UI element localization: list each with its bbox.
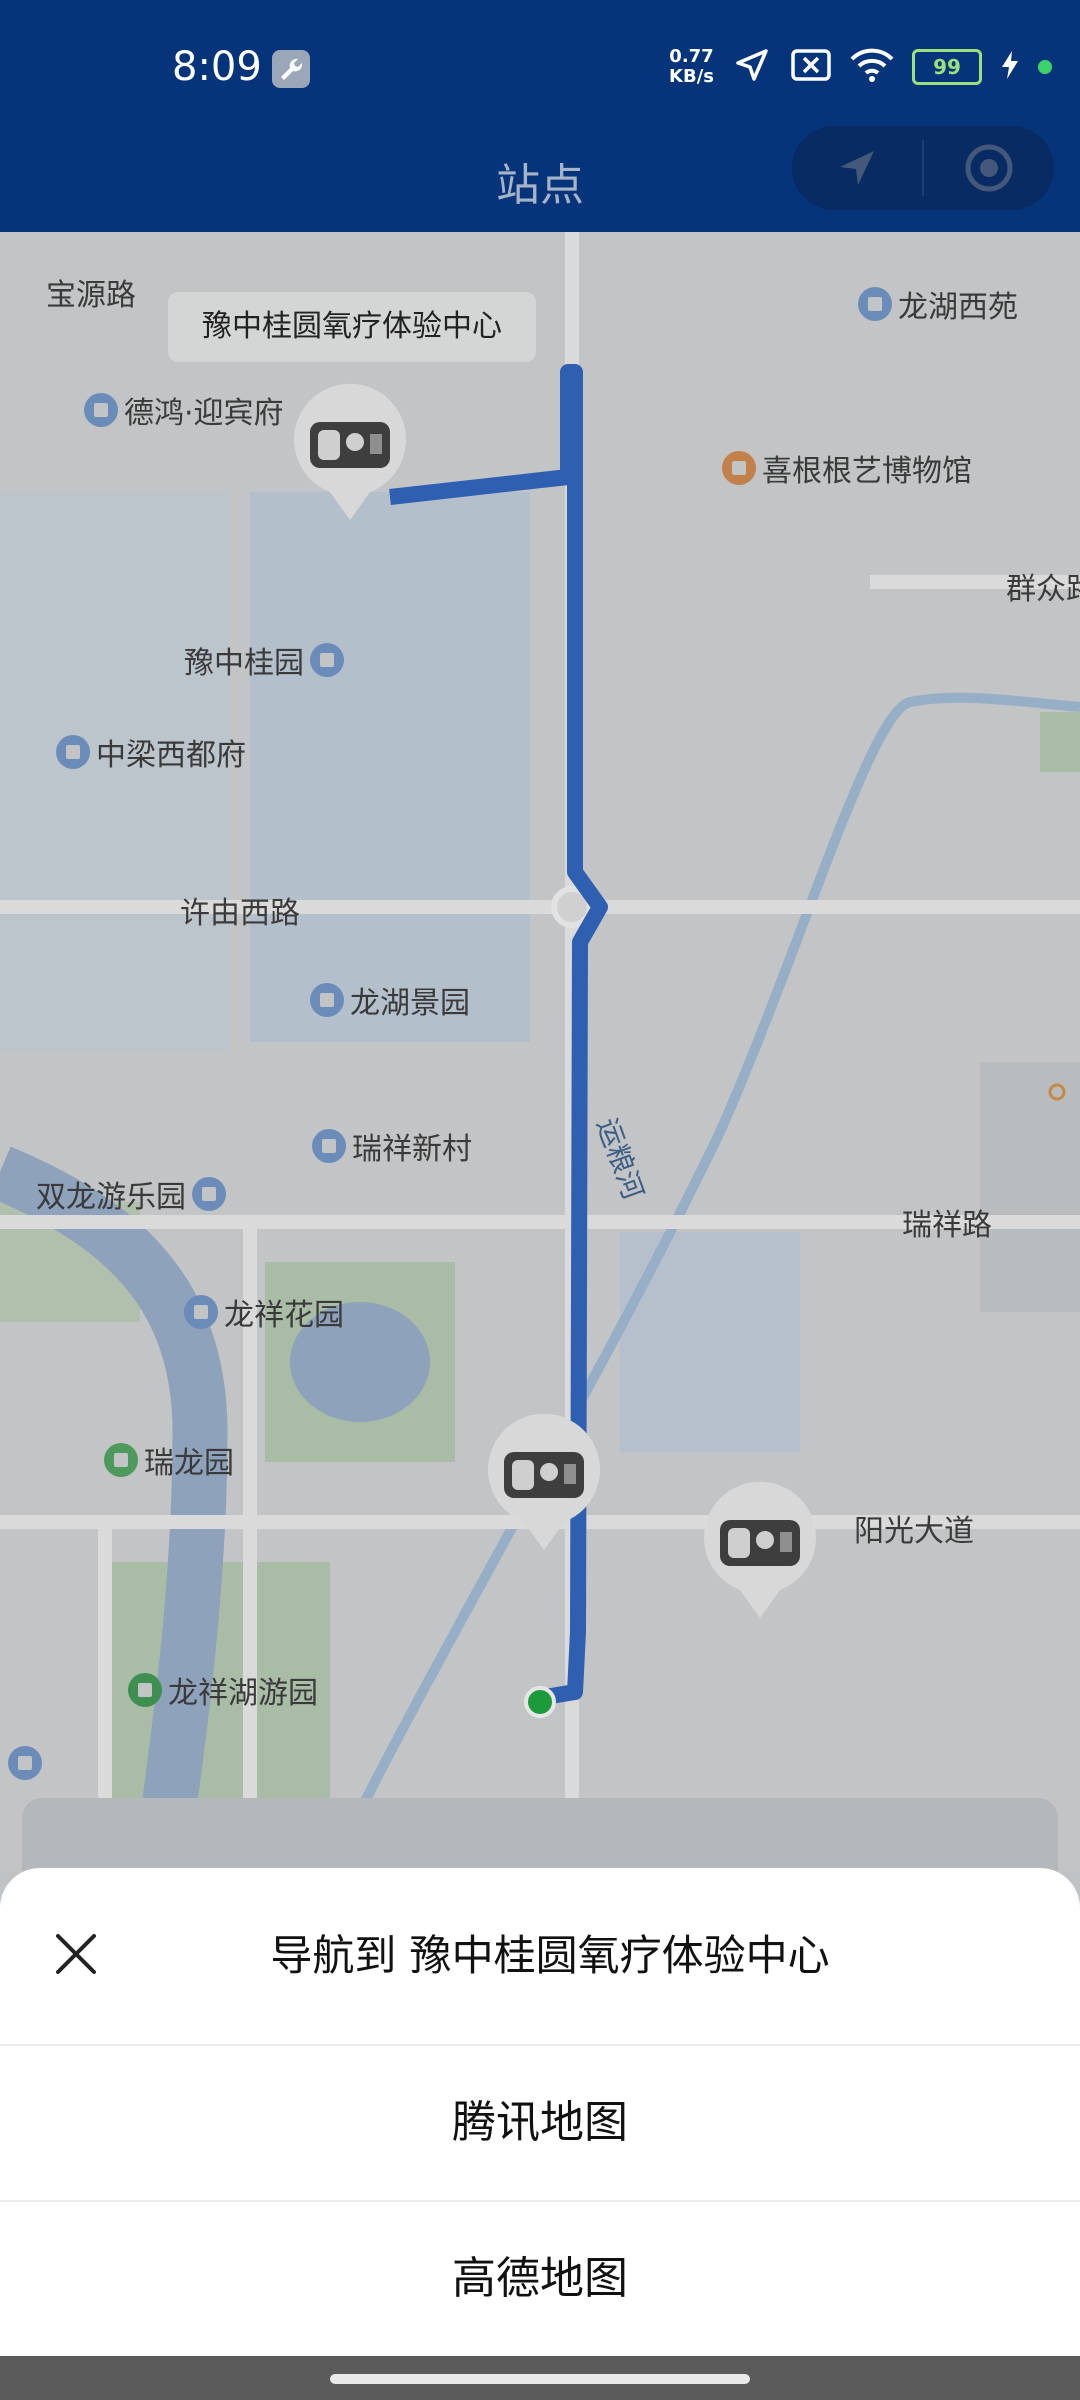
park-icon [104, 1443, 138, 1477]
status-time: 8:09 [172, 44, 262, 90]
location-arrow-icon [732, 45, 772, 89]
poi-label[interactable]: 喜根根艺博物馆 [722, 446, 972, 490]
road-label: 群众路 [1006, 572, 1080, 607]
residence-icon [310, 983, 344, 1017]
tree-icon [128, 1673, 162, 1707]
museum-icon [722, 451, 756, 485]
residence-icon [858, 287, 892, 321]
location-arrow-icon [840, 151, 874, 185]
road-label: 许由西路 [180, 896, 300, 931]
road-label: 阳光大道 [854, 1514, 974, 1549]
target-circle-icon [965, 144, 1013, 192]
gesture-bar [0, 2356, 1080, 2400]
navigation-action-sheet: 导航到 豫中桂圆氧疗体验中心 腾讯地图 高德地图 [0, 1868, 1080, 2356]
charging-icon [1000, 49, 1020, 85]
map-block [250, 492, 530, 1042]
residence-icon [312, 1129, 346, 1163]
poi-label[interactable]: 瑞龙园 [104, 1438, 234, 1482]
map-view[interactable]: 豫中桂圆氧疗体验中心 宝源路 许由西路 瑞祥路 阳光大道 群众路 运粮河 龙湖西… [0, 232, 1080, 1872]
ferris-wheel-icon [192, 1177, 226, 1211]
network-speed: 0.77 KB/s [669, 46, 714, 87]
battery-indicator: 99 [912, 49, 982, 85]
header: 站点 [0, 126, 1080, 232]
amap-option[interactable]: 高德地图 [0, 2202, 1080, 2356]
close-button[interactable] [48, 1926, 104, 1982]
map-block [620, 1232, 800, 1452]
park-area [1040, 712, 1080, 772]
tencent-map-option[interactable]: 腾讯地图 [0, 2046, 1080, 2202]
status-icons: 0.77 KB/s 99 [669, 42, 1052, 92]
close-miniprogram-button[interactable] [924, 126, 1054, 210]
status-bar: 8:09 0.77 KB/s 99 [0, 0, 1080, 140]
residence-icon [84, 393, 118, 427]
road-label: 宝源路 [46, 278, 136, 313]
sheet-title: 导航到 豫中桂圆氧疗体验中心 [270, 1931, 830, 1980]
status-dot [1038, 60, 1052, 74]
poi-label[interactable]: 中梁西都府 [56, 730, 246, 774]
residence-icon [56, 735, 90, 769]
station-callout[interactable]: 豫中桂圆氧疗体验中心 [168, 292, 536, 362]
residence-icon [8, 1746, 42, 1780]
wrench-icon [272, 50, 310, 88]
home-indicator[interactable] [330, 2374, 750, 2384]
residence-icon [310, 643, 344, 677]
poi-label[interactable]: 龙湖景园 [310, 978, 470, 1022]
poi-label[interactable]: 龙祥花园 [184, 1290, 344, 1334]
sheet-header: 导航到 豫中桂圆氧疗体验中心 [0, 1868, 1080, 2046]
station-marker[interactable] [484, 1412, 604, 1552]
poi-label[interactable]: 龙湖西苑 [858, 282, 1018, 326]
poi-label[interactable]: 德鸿·迎宾府 [84, 388, 284, 432]
poi-label[interactable]: 豫中桂园 [184, 638, 344, 682]
close-icon [56, 1934, 96, 1974]
station-marker[interactable] [290, 382, 410, 522]
road-label: 瑞祥路 [902, 1208, 992, 1243]
oxygen-machine-pin-icon [488, 1413, 600, 1550]
mini-program-capsule [792, 126, 1054, 210]
poi-label[interactable]: 龙祥湖游园 [128, 1668, 318, 1712]
poi-label[interactable]: 瑞祥新村 [312, 1124, 472, 1168]
residence-icon [184, 1295, 218, 1329]
sim-off-icon [790, 48, 832, 86]
station-marker[interactable] [700, 1480, 820, 1620]
poi-label[interactable]: 双龙游乐园 [36, 1172, 226, 1216]
share-arrow-button[interactable] [792, 126, 922, 210]
oxygen-machine-pin-icon [294, 383, 406, 520]
oxygen-machine-pin-icon [704, 1481, 816, 1618]
current-location-dot [524, 1686, 556, 1718]
wifi-icon [850, 47, 894, 87]
map-block [980, 1062, 1080, 1312]
